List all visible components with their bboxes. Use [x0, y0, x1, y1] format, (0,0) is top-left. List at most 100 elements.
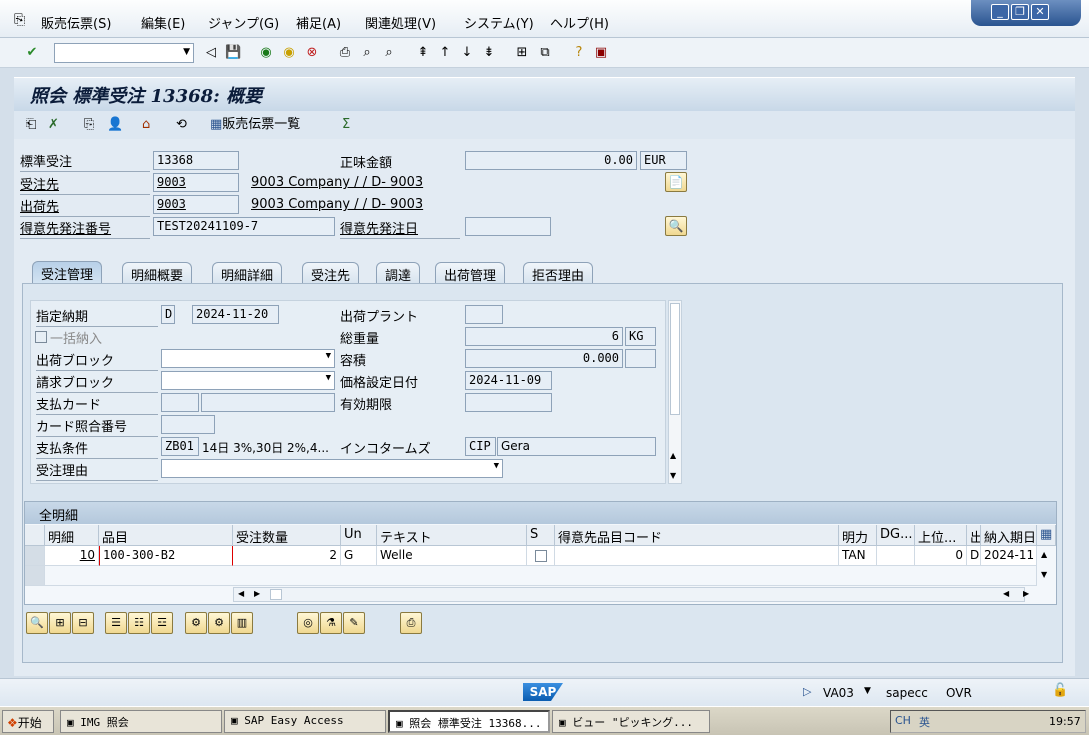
- print-icon[interactable]: ⎙: [337, 45, 353, 61]
- column-config-icon[interactable]: ▦: [1037, 525, 1056, 546]
- s-checkbox[interactable]: [535, 550, 547, 562]
- tab-item-detail[interactable]: 明細詳細: [212, 262, 283, 284]
- cell-cust-material[interactable]: [555, 546, 839, 566]
- transaction-code[interactable]: VA03: [823, 686, 854, 700]
- scroll-thumb[interactable]: [670, 303, 680, 415]
- scroll-down-icon[interactable]: ▼: [1041, 570, 1047, 579]
- new-session-icon[interactable]: ⊞: [514, 45, 530, 61]
- partner-icon[interactable]: 👤: [107, 117, 123, 133]
- scroll-down-icon[interactable]: ▼: [670, 471, 676, 480]
- save-icon[interactable]: 💾: [225, 45, 241, 61]
- sold-to-label[interactable]: 受注先: [20, 174, 150, 195]
- std-order-field[interactable]: 13368: [153, 151, 239, 170]
- volume-unit-field[interactable]: [625, 349, 656, 368]
- tab-ordering-party[interactable]: 受注先: [302, 262, 360, 284]
- empty-row[interactable]: [45, 566, 1037, 586]
- valid-to-field[interactable]: [465, 393, 552, 412]
- lock-icon[interactable]: 🔓: [1052, 683, 1068, 698]
- currency-field[interactable]: EUR: [640, 151, 687, 170]
- chevron-down-icon[interactable]: ▼: [494, 461, 499, 471]
- total-weight-field[interactable]: 6: [465, 327, 623, 346]
- weight-unit-field[interactable]: KG: [625, 327, 656, 346]
- menu-edit[interactable]: 編集(E): [141, 13, 185, 32]
- col-header-higher-level[interactable]: 上位...: [915, 525, 967, 546]
- insert-mode[interactable]: OVR: [946, 686, 972, 700]
- payment-terms-field[interactable]: ZB01: [161, 437, 199, 456]
- h-scroll-thumb[interactable]: [270, 589, 282, 600]
- magnify-icon[interactable]: 🔍: [665, 216, 687, 236]
- home-icon[interactable]: ⌂: [142, 117, 150, 133]
- col-header-material[interactable]: 品目: [99, 525, 233, 546]
- po-number-field[interactable]: TEST20241109-7: [153, 217, 335, 236]
- cell-unit[interactable]: G: [341, 546, 377, 566]
- task-picking[interactable]: ▣ ビュー "ピッキング...: [552, 710, 710, 733]
- col-header-cust-material[interactable]: 得意先品目コード: [555, 525, 839, 546]
- config-icon[interactable]: ⚙: [185, 612, 207, 634]
- scroll-left-icon[interactable]: ◀: [1003, 589, 1009, 598]
- command-field[interactable]: ▼: [54, 43, 194, 63]
- start-button[interactable]: ❖开始: [2, 710, 54, 733]
- pricing-date-field[interactable]: 2024-11-09: [465, 371, 552, 390]
- menu-help[interactable]: ヘルプ(H): [550, 13, 609, 32]
- display-change-icon[interactable]: ⎗: [26, 117, 36, 133]
- delivery-block-select[interactable]: ▼: [161, 349, 335, 368]
- col-header-item[interactable]: 明細: [45, 525, 99, 546]
- language-icon[interactable]: CH: [895, 714, 911, 727]
- req-date-field[interactable]: 2024-11-20: [192, 305, 279, 324]
- sold-to-field[interactable]: 9003: [153, 173, 239, 192]
- col-header-item-category[interactable]: 明力: [839, 525, 877, 546]
- cell-dg[interactable]: [877, 546, 915, 566]
- ship-to-description[interactable]: 9003 Company / / D- 9003: [251, 197, 423, 212]
- col-header-text[interactable]: テキスト: [377, 525, 527, 546]
- cell-d[interactable]: D: [967, 546, 981, 566]
- doc-list-button[interactable]: ▦販売伝票一覧: [210, 117, 300, 133]
- sap-menu-icon[interactable]: ⎘: [14, 12, 25, 28]
- cell-delivery-date[interactable]: 2024-11: [981, 546, 1037, 566]
- task-easy-access[interactable]: ▣ SAP Easy Access: [224, 710, 386, 733]
- scroll-right-icon[interactable]: ▶: [254, 589, 260, 598]
- net-value-field[interactable]: 0.00: [465, 151, 637, 170]
- complete-delivery-checkbox[interactable]: [35, 331, 47, 343]
- payment-card-type-field[interactable]: [161, 393, 199, 412]
- status-expand-icon[interactable]: ▷: [803, 685, 811, 698]
- minimize-icon[interactable]: _: [991, 4, 1009, 20]
- exit-icon[interactable]: ◉: [281, 45, 297, 61]
- deselect-all-icon[interactable]: ☲: [151, 612, 173, 634]
- scroll-up-icon[interactable]: ▲: [1041, 550, 1047, 559]
- find-next-icon[interactable]: ⌕: [381, 45, 397, 61]
- shortcut-icon[interactable]: ⧉: [537, 45, 553, 61]
- col-header-s[interactable]: S: [527, 525, 555, 546]
- card-verification-field[interactable]: [161, 415, 215, 434]
- col-header-unit[interactable]: Un: [341, 525, 377, 546]
- select-block-icon[interactable]: ☷: [128, 612, 150, 634]
- next-page-icon[interactable]: ↓: [459, 45, 475, 61]
- chevron-down-icon[interactable]: ▼: [864, 686, 871, 696]
- prev-page-icon[interactable]: ↑: [437, 45, 453, 61]
- tab-procurement[interactable]: 調達: [376, 262, 421, 284]
- ship-to-label[interactable]: 出荷先: [20, 196, 150, 217]
- back-icon[interactable]: ◉: [258, 45, 274, 61]
- cell-item-category[interactable]: TAN: [839, 546, 877, 566]
- select-all-icon[interactable]: ☰: [105, 612, 127, 634]
- col-header-delivery-date[interactable]: 納入期日: [981, 525, 1037, 546]
- sum-icon[interactable]: Σ: [342, 117, 350, 133]
- col-header-order-qty[interactable]: 受注数量: [233, 525, 341, 546]
- incoterms-place-field[interactable]: Gera: [497, 437, 656, 456]
- po-date-field[interactable]: [465, 217, 551, 236]
- payment-card-field[interactable]: [201, 393, 335, 412]
- menu-system[interactable]: システム(Y): [464, 13, 534, 32]
- incoterms-field[interactable]: CIP: [465, 437, 496, 456]
- ime-icon[interactable]: 英: [919, 714, 930, 730]
- delete-icon[interactable]: ✗: [48, 117, 59, 133]
- req-date-type-field[interactable]: D: [161, 305, 175, 324]
- help-icon[interactable]: ?: [571, 45, 587, 61]
- horizontal-scrollbar[interactable]: ◀ ▶: [233, 587, 1025, 602]
- col-header-dg[interactable]: DG...: [877, 525, 915, 546]
- chevron-down-icon[interactable]: ▼: [326, 351, 331, 361]
- last-page-icon[interactable]: ⇟: [481, 45, 497, 61]
- cell-material[interactable]: 100-300-B2: [99, 546, 233, 566]
- restore-icon[interactable]: ❐: [1011, 4, 1029, 20]
- menu-extras[interactable]: 補足(A): [296, 13, 341, 32]
- tab-shipping[interactable]: 出荷管理: [435, 262, 506, 284]
- task-display-order[interactable]: ▣ 照会 標準受注 13368...: [388, 710, 550, 733]
